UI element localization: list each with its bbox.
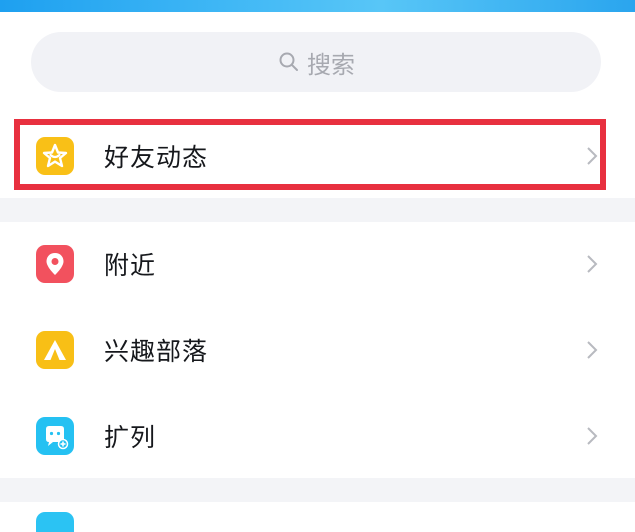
top-banner <box>0 0 635 12</box>
section-separator <box>0 198 635 222</box>
menu-item-expand-friends[interactable]: 扩列 <box>0 394 635 478</box>
menu-item-label: 扩列 <box>104 423 157 452</box>
chevron-right-icon <box>587 255 598 273</box>
chevron-right-icon <box>587 147 598 165</box>
partial-next-item-icon <box>36 512 74 532</box>
section-separator <box>0 478 635 502</box>
location-pin-icon <box>36 245 74 283</box>
search-placeholder: 搜索 <box>307 50 355 79</box>
chevron-right-icon <box>587 427 598 445</box>
menu-item-label: 兴趣部落 <box>104 337 209 366</box>
menu-item-nearby[interactable]: 附近 <box>0 222 635 306</box>
chevron-right-icon <box>587 341 598 359</box>
menu-item-interest-tribe[interactable]: 兴趣部落 <box>0 308 635 392</box>
tent-icon <box>36 331 74 369</box>
search-icon <box>279 52 298 71</box>
chat-face-icon <box>36 417 74 455</box>
menu-item-label: 附近 <box>104 251 157 280</box>
menu-item-label: 好友动态 <box>104 143 209 172</box>
star-badge-icon <box>36 137 74 175</box>
search-bar[interactable]: 搜索 <box>31 32 601 92</box>
menu-item-friend-feed[interactable]: 好友动态 <box>0 114 635 198</box>
